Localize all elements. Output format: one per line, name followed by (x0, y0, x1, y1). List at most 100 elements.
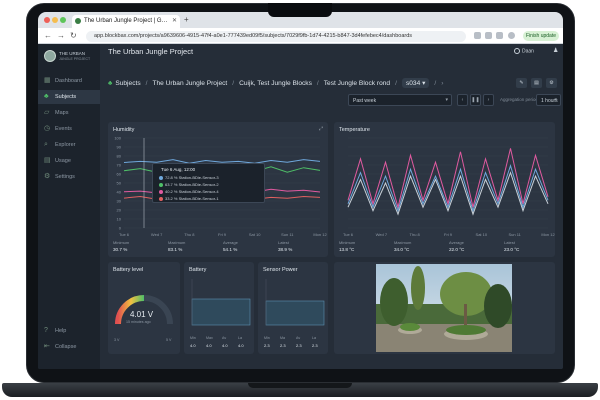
reload-icon[interactable]: ↻ (70, 31, 77, 40)
edit-icon[interactable]: ✎ (516, 78, 527, 88)
stat-label: Ma (280, 336, 285, 340)
sidebar-item-events[interactable]: ◷ Events (38, 122, 100, 136)
previous-period-button[interactable]: ‹ (457, 94, 468, 106)
y-tick-label: 90 (117, 145, 122, 150)
sidebar: THE URBAN JUNGLE PROJECT ▦ Dashboard ♣ Sub… (38, 44, 100, 369)
x-tick-label: Tue 6 (119, 232, 130, 237)
sidebar-item-explorer[interactable]: ⌕ Explorer (38, 138, 100, 152)
address-bar[interactable]: app.blockbax.com/projects/a9639606-4915-… (86, 31, 466, 42)
stat-value: 2.3 (280, 343, 286, 348)
browser-tab[interactable]: The Urban Jungle Project | G… ✕ (72, 15, 180, 28)
tooltip-row: 63.7 % Station-BDie-Sensor-2 (159, 182, 219, 187)
y-tick-label: 20 (117, 208, 122, 213)
stat-value: 22.0 °C (449, 247, 465, 252)
minimize-window-icon[interactable] (52, 17, 58, 23)
user-menu[interactable]: Daan (514, 48, 534, 54)
collapse-icon: ⇤ (44, 343, 50, 350)
stat-label: Minimum (339, 240, 356, 245)
browser-toolbar: ← → ↻ app.blockbax.com/projects/a9639606… (38, 28, 563, 44)
chart-tooltip: Tue 6 Aug, 12:00 72.8 % Station-BDie-Sen… (152, 163, 265, 203)
photo-card (334, 262, 555, 354)
forward-icon[interactable]: → (57, 31, 65, 40)
usage-icon: ▤ (44, 157, 51, 164)
breadcrumb-item[interactable]: Test Jungle Block rond (324, 80, 390, 87)
stat-minimum: Minimum 13.8 °C (339, 240, 355, 252)
sidebar-item-label: Events (55, 126, 72, 132)
stat-label: Maximum (394, 240, 412, 245)
x-tick-label: Thu 8 (184, 232, 195, 237)
x-tick-label: Mon 12 (541, 232, 555, 237)
new-tab-icon[interactable]: + (184, 15, 189, 24)
sidebar-item-collapse[interactable]: ⇤ Collapse (38, 340, 100, 354)
y-tick-label: 60 (117, 172, 122, 177)
brand: THE URBAN JUNGLE PROJECT (44, 49, 100, 65)
stat-label: Maximum (168, 240, 186, 245)
screen: The Urban Jungle Project | G… ✕ + ← → ↻ … (38, 12, 563, 369)
stat-average: Average 22.0 °C (449, 240, 464, 252)
sidebar-item-label: Settings (55, 174, 75, 180)
events-icon: ◷ (44, 125, 51, 132)
stat-value: 23.0 °C (504, 247, 520, 252)
breadcrumb-item[interactable]: Subjects (115, 80, 140, 87)
tooltip-row-text: 63.7 % Station-BDie-Sensor-2 (165, 182, 219, 187)
sidebar-item-dashboard[interactable]: ▦ Dashboard (38, 74, 100, 88)
settings-icon[interactable]: ⚙ (546, 78, 557, 88)
stat-value: 34.0 °C (394, 247, 410, 252)
extension-icon[interactable] (474, 32, 481, 39)
help-icon: ? (44, 327, 48, 334)
stat-value: 38.9 % (278, 247, 293, 252)
sidebar-item-maps[interactable]: ▱ Maps (38, 106, 100, 120)
close-tab-icon[interactable]: ✕ (172, 17, 177, 24)
stat-maximum: Maximum 83.1 % (168, 240, 185, 252)
stat-value: 54.1 % (223, 247, 238, 252)
gauge-min: 3 V (114, 338, 120, 342)
period-select[interactable]: Past week ▾ (348, 94, 452, 106)
stat-label: Av (296, 336, 301, 340)
finish-update-button[interactable]: Finish update (523, 31, 559, 41)
close-window-icon[interactable] (44, 17, 50, 23)
tooltip-title: Tue 6 Aug, 12:00 (161, 167, 196, 172)
aggregation-select[interactable]: 1 hours ▾ (536, 94, 561, 106)
notification-icon[interactable]: ♟ (553, 47, 558, 54)
layout-icon[interactable]: ▤ (531, 78, 542, 88)
pause-button[interactable]: ❚❚ (470, 94, 481, 106)
sidebar-item-subjects[interactable]: ♣ Subjects (38, 90, 100, 104)
next-period-button[interactable]: › (483, 94, 494, 106)
subjects-icon: ♣ (108, 80, 113, 87)
brand-subname: JUNGLE PROJECT (59, 57, 91, 61)
chevron-right-icon[interactable]: › (441, 80, 443, 87)
stat-maximum: Maximum 34.0 °C (394, 240, 411, 252)
sidebar-item-help[interactable]: ? Help (38, 324, 100, 338)
x-tick-label: Fri 9 (218, 232, 227, 237)
temperature-card: Temperature Tue 6 Wed 7 Thu 8 Fri 9 Sat 10 Su… (334, 122, 555, 257)
avatar (514, 48, 520, 54)
stat-label: La (238, 336, 242, 340)
x-tick-label: Wed 7 (151, 232, 163, 237)
breadcrumb-item[interactable]: The Urban Jungle Project (152, 80, 227, 87)
extension-icon[interactable] (496, 32, 503, 39)
y-tick-label: 0 (119, 226, 122, 231)
sidebar-item-settings[interactable]: ⚙ Settings (38, 170, 100, 184)
stat-label: Min (264, 336, 270, 340)
stat-label: Min (190, 336, 196, 340)
maximize-window-icon[interactable] (60, 17, 66, 23)
stat-minimum: Minimum 30.7 % (113, 240, 129, 252)
sidebar-item-label: Maps (55, 110, 69, 116)
x-tick-label: Thu 8 (410, 232, 421, 237)
aggregation-label: Aggregation period (500, 97, 539, 102)
extension-icon[interactable] (485, 32, 492, 39)
profile-icon[interactable] (508, 32, 515, 39)
sidebar-item-label: Usage (55, 158, 71, 164)
stat-value: 2.3 (312, 343, 318, 348)
brand-name: THE URBAN (59, 51, 86, 56)
back-icon[interactable]: ← (44, 31, 52, 40)
breadcrumb-item[interactable]: Cuijk, Test Jungle Blocks (239, 80, 312, 87)
subject-selector[interactable]: s034 ▾ (401, 78, 430, 88)
temperature-chart[interactable]: Tue 6 Wed 7 Thu 8 Fri 9 Sat 10 Sun 11 Mon 12 (334, 132, 555, 242)
garden-photo (376, 264, 512, 352)
camera-notch (268, 3, 332, 17)
stat-label: Average (449, 240, 464, 245)
sidebar-item-usage[interactable]: ▤ Usage (38, 154, 100, 168)
stat-latest: Latest 23.0 °C (504, 240, 519, 252)
breadcrumb: ♣ Subjects / The Urban Jungle Project / Cuijk… (108, 78, 444, 88)
